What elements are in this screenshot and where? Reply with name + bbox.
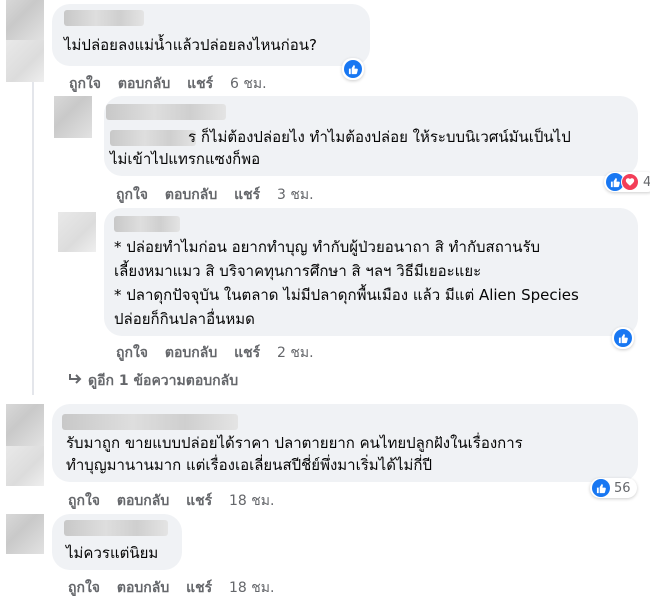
comment-text: * ปล่อยทำไมก่อน อยากทำบุญ ทำกับผู้ป่วยอน… (114, 238, 541, 256)
reaction-count: 56 (614, 480, 631, 496)
reaction-badge[interactable] (342, 58, 364, 80)
like-button[interactable]: ถูกใจ (116, 345, 148, 361)
avatar[interactable] (54, 96, 92, 138)
comment-actions: ถูกใจ ตอบกลับ แชร์ 3 ชม. (116, 184, 326, 206)
comment-text: ปล่อยก็กินปลาอื่นหมด (114, 310, 255, 328)
avatar (6, 446, 44, 486)
avatar (6, 40, 44, 82)
comment-bubble: ไม่ปล่อยลงแม่น้ำแล้วปล่อยลงไหนก่อน? (52, 4, 370, 66)
comment-actions: ถูกใจ ตอบกลับ แชร์ 6 ชม. (69, 73, 279, 95)
view-more-replies-label: ดูอีก 1 ข้อความตอบกลับ (88, 373, 239, 389)
comment-text: ไม่เข้าไปแทรกแซงก็พอ (110, 150, 261, 168)
reaction-badge[interactable] (612, 327, 634, 349)
author-name[interactable] (114, 216, 180, 232)
author-name[interactable] (64, 10, 144, 26)
reply-button[interactable]: ตอบกลับ (165, 187, 217, 203)
like-button[interactable]: ถูกใจ (116, 187, 148, 203)
like-icon (344, 60, 362, 78)
reaction-badge[interactable]: 56 (590, 478, 637, 498)
love-icon (621, 173, 639, 191)
comment-text: รับมาถูก ขายแบบปล่อยได้ราคา ปลาตายยาก คน… (66, 434, 523, 452)
author-name-blur (110, 130, 196, 146)
author-name[interactable] (64, 520, 168, 536)
like-icon (614, 329, 632, 347)
comment-bubble: รับมาถูก ขายแบบปล่อยได้ราคา ปลาตายยาก คน… (52, 404, 638, 482)
share-button[interactable]: แชร์ (234, 345, 260, 361)
timestamp[interactable]: 6 ชม. (230, 76, 267, 92)
reply-button[interactable]: ตอบกลับ (118, 76, 170, 92)
comment-text: ไม่ปล่อยลงแม่น้ำแล้วปล่อยลงไหนก่อน? (64, 36, 317, 54)
comment-text: ไม่ควรแต่นิยม (66, 544, 159, 562)
comment-text: * ปลาดุกปัจจุบัน ในตลาด ไม่มีปลาดุกพื้นเ… (114, 286, 579, 304)
avatar[interactable] (6, 514, 44, 554)
timestamp[interactable]: 18 ชม. (229, 580, 274, 596)
author-name[interactable] (62, 414, 238, 430)
comment-text: เลี้ยงหมาแมว สิ บริจาคทุนการศึกษา สิ ฯลฯ… (114, 262, 482, 280)
share-button[interactable]: แชร์ (186, 580, 212, 596)
share-button[interactable]: แชร์ (234, 187, 260, 203)
timestamp[interactable]: 2 ชม. (277, 345, 314, 361)
share-button[interactable]: แชร์ (187, 76, 213, 92)
reply-arrow-icon (68, 373, 82, 389)
reply-button[interactable]: ตอบกลับ (117, 493, 169, 509)
reply-button[interactable]: ตอบกลับ (117, 580, 169, 596)
comment-actions: ถูกใจ ตอบกลับ แชร์ 2 ชม. (116, 342, 326, 364)
author-name[interactable] (106, 104, 226, 120)
like-button[interactable]: ถูกใจ (69, 76, 101, 92)
like-button[interactable]: ถูกใจ (68, 580, 100, 596)
view-more-replies[interactable]: ดูอีก 1 ข้อความตอบกลับ (68, 370, 238, 392)
comment-actions: ถูกใจ ตอบกลับ แชร์ 18 ชม. (68, 490, 286, 512)
comment-bubble: ร ก็ไม่ต้องปล่อยไง ทำไมต้องปล่อย ให้ระบบ… (104, 96, 638, 176)
reply-button[interactable]: ตอบกลับ (165, 345, 217, 361)
comment-text: ทำบุญมานานมาก แต่เรื่องเอเลี่ยนสปีชี่ย์พ… (66, 456, 432, 474)
avatar[interactable] (58, 212, 96, 252)
timestamp[interactable]: 18 ชม. (229, 493, 274, 509)
comment-actions: ถูกใจ ตอบกลับ แชร์ 18 ชม. (68, 577, 286, 598)
comment-bubble: * ปล่อยทำไมก่อน อยากทำบุญ ทำกับผู้ป่วยอน… (104, 208, 638, 336)
thread-line (32, 40, 34, 395)
share-button[interactable]: แชร์ (186, 493, 212, 509)
timestamp[interactable]: 3 ชม. (277, 187, 314, 203)
avatar[interactable] (6, 0, 44, 40)
reaction-badge[interactable]: 4 (604, 172, 650, 192)
avatar[interactable] (6, 404, 44, 446)
comment-bubble: ไม่ควรแต่นิยม (52, 514, 182, 570)
reaction-count: 4 (643, 174, 650, 190)
like-icon (592, 479, 610, 497)
like-button[interactable]: ถูกใจ (68, 493, 100, 509)
comment-text: ร ก็ไม่ต้องปล่อยไง ทำไมต้องปล่อย ให้ระบบ… (188, 128, 571, 146)
